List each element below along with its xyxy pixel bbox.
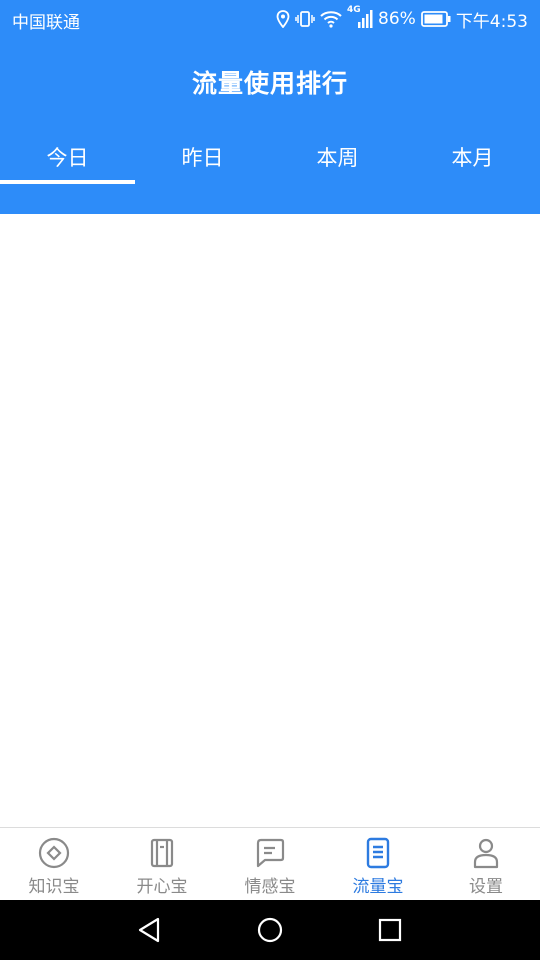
tab-label: 昨日 [181, 146, 224, 170]
tab-label: 今日 [46, 146, 89, 170]
nav-item-emotion[interactable]: 情感宝 [216, 828, 324, 900]
nav-label: 设置 [469, 877, 503, 897]
page-title: 流量使用排行 [191, 69, 348, 98]
wifi-icon [320, 10, 342, 28]
ranking-list-area [0, 214, 540, 827]
battery-percent: 86% [378, 9, 416, 29]
status-bar: 中国联通 4G 86% 下午4:53 [0, 0, 540, 38]
tab-yesterday[interactable]: 昨日 [135, 136, 270, 184]
home-icon[interactable] [256, 916, 284, 944]
system-navigation-bar [0, 900, 540, 960]
compass-icon [37, 836, 71, 870]
recents-icon[interactable] [376, 916, 404, 944]
nav-item-knowledge[interactable]: 知识宝 [0, 828, 108, 900]
app-header: 中国联通 4G 86% 下午4:53 流量使用排行 今日 昨日 本周 本月 [0, 0, 540, 214]
status-time: 下午4:53 [455, 11, 528, 32]
location-icon [276, 10, 290, 28]
nav-item-settings[interactable]: 设置 [432, 828, 540, 900]
tab-today[interactable]: 今日 [0, 136, 135, 184]
tab-this-month[interactable]: 本月 [405, 136, 540, 184]
user-icon [469, 836, 503, 870]
signal-icon: 4G [347, 5, 373, 30]
battery-icon [420, 11, 451, 27]
nav-label: 情感宝 [244, 877, 296, 897]
nav-item-traffic[interactable]: 流量宝 [324, 828, 432, 900]
bottom-nav: 知识宝 开心宝 情感宝 流量宝 设置 [0, 827, 540, 900]
notebook-icon [145, 836, 179, 870]
nav-item-happy[interactable]: 开心宝 [108, 828, 216, 900]
back-icon[interactable] [136, 916, 164, 944]
message-icon [253, 836, 287, 870]
nav-label: 开心宝 [136, 877, 188, 897]
tab-this-week[interactable]: 本周 [270, 136, 405, 184]
document-icon [361, 836, 395, 870]
nav-label: 流量宝 [352, 877, 404, 897]
nav-label: 知识宝 [28, 877, 80, 897]
tab-bar: 今日 昨日 本周 本月 [0, 136, 540, 184]
vibrate-icon [295, 10, 315, 28]
tab-label: 本月 [451, 146, 494, 170]
carrier-name: 中国联通 [12, 13, 80, 33]
status-icons: 4G 86% 下午4:53 [276, 5, 528, 32]
tab-label: 本周 [316, 146, 359, 170]
